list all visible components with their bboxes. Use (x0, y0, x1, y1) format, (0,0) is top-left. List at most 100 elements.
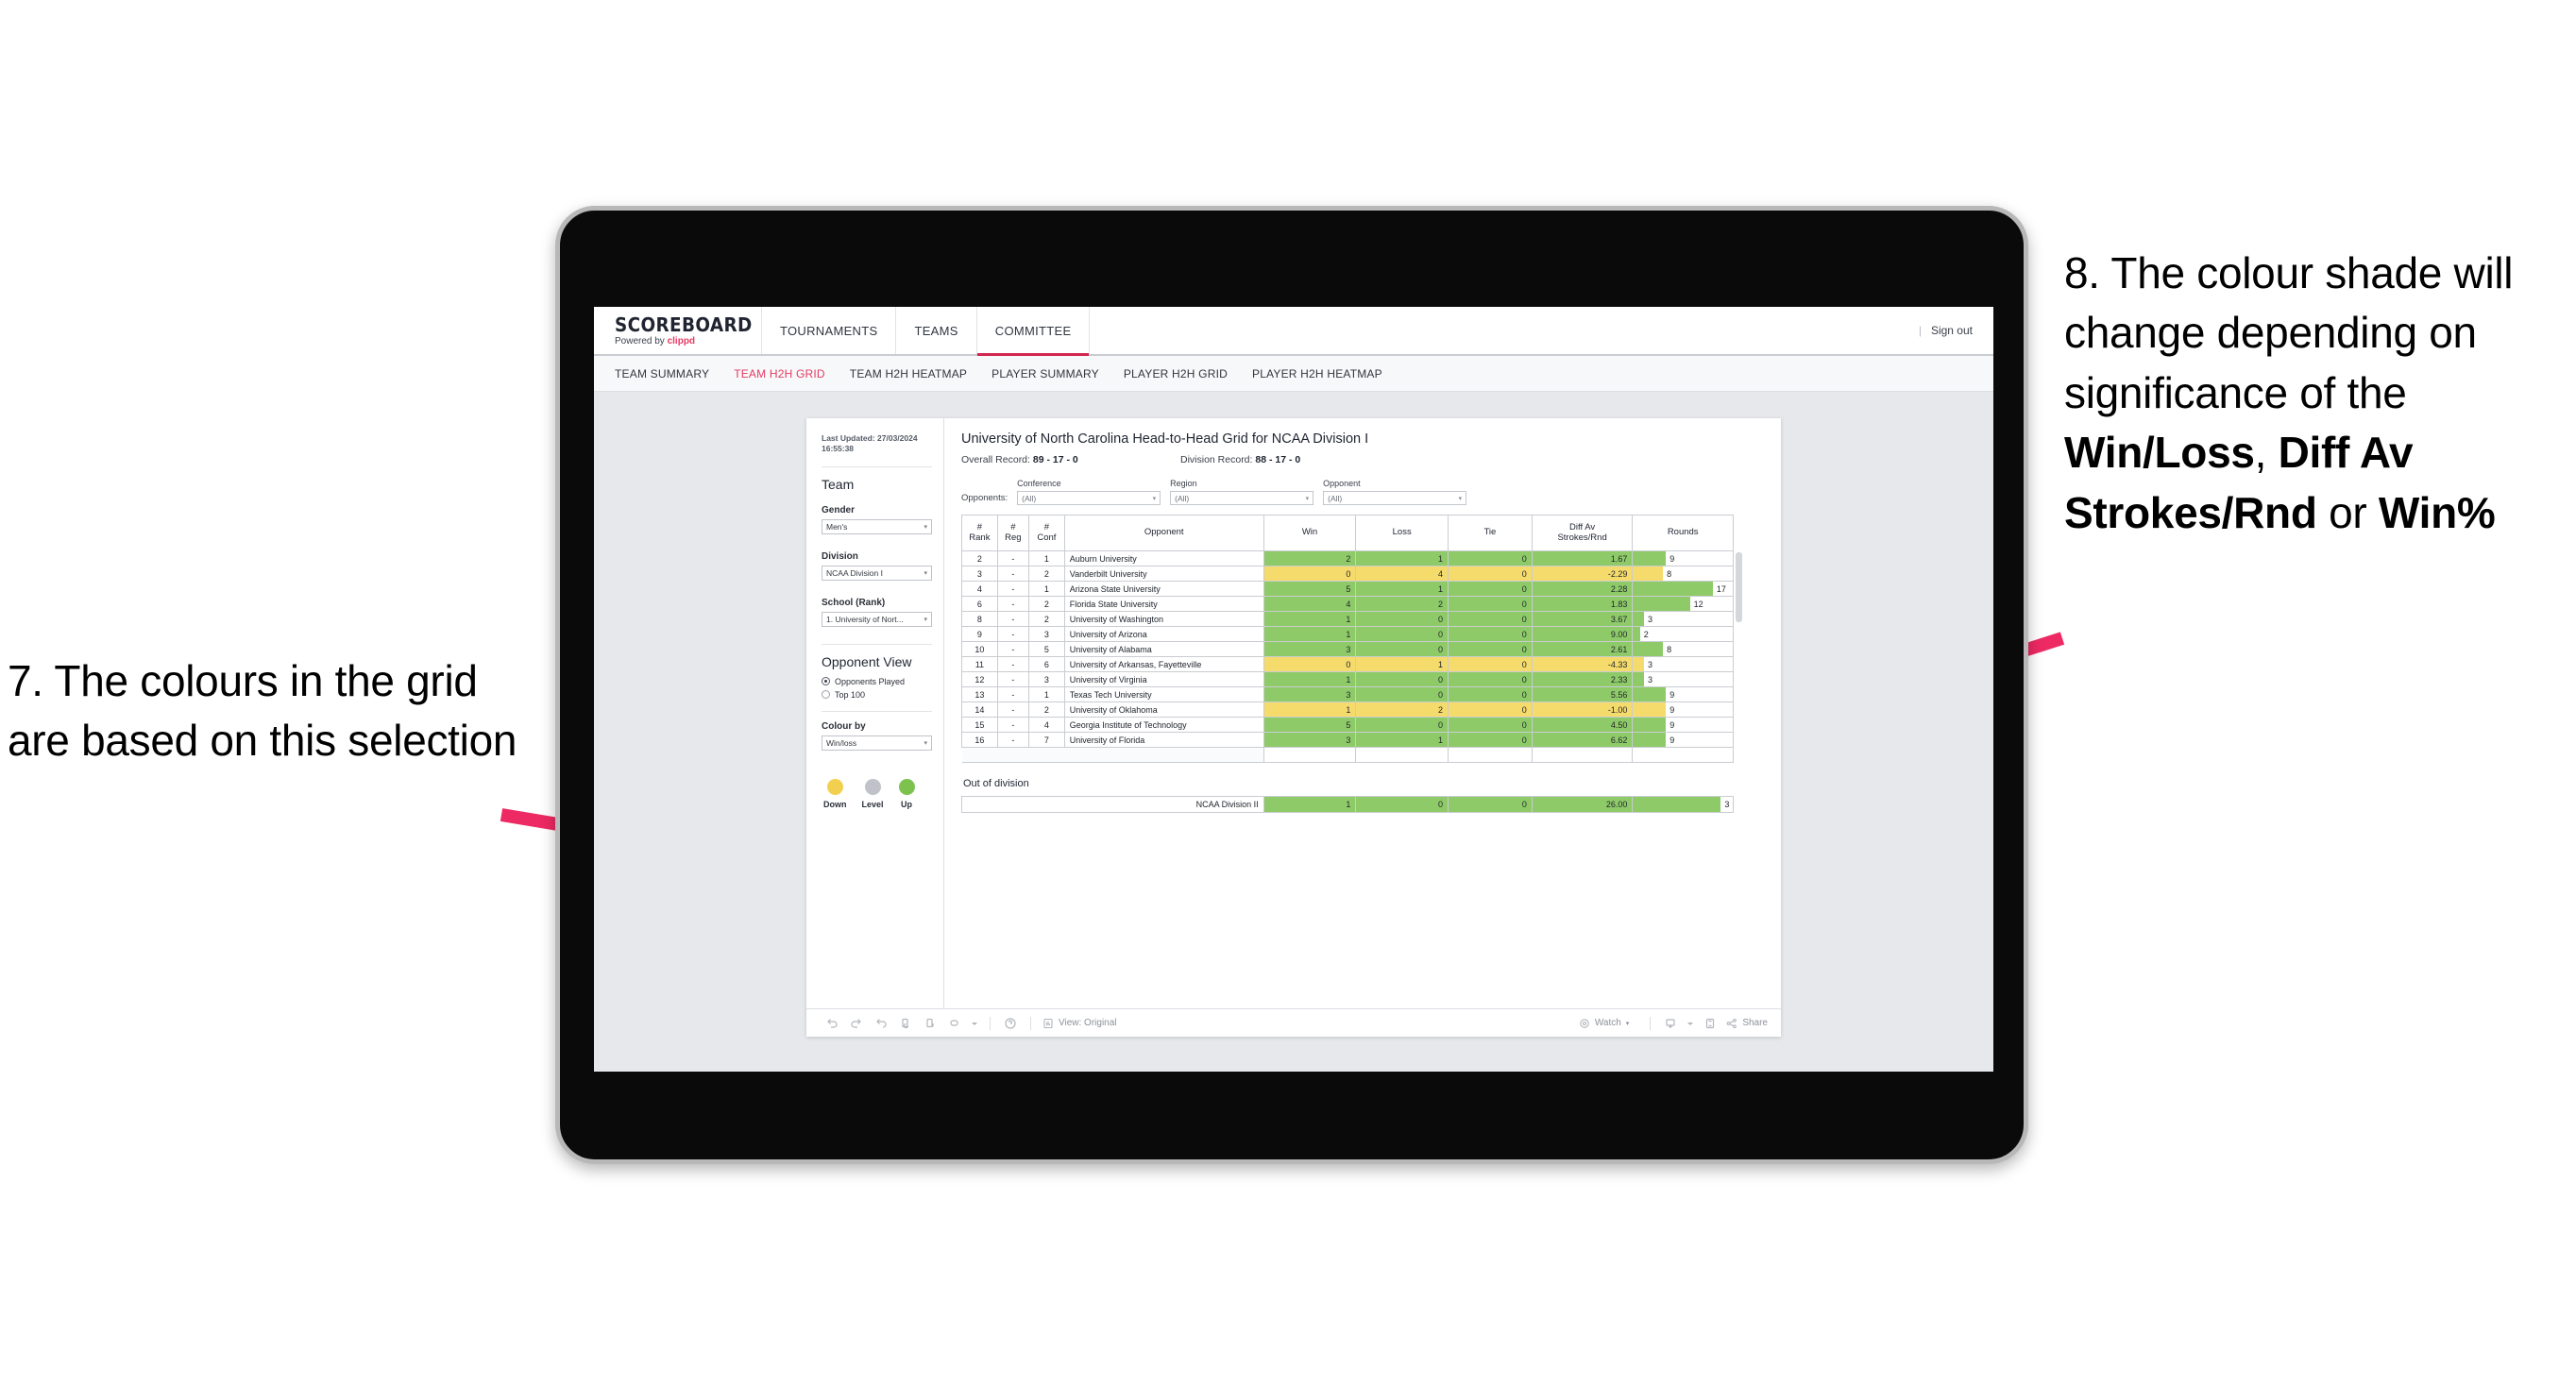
share-label: Share (1742, 1018, 1768, 1028)
cell-diff: -4.33 (1531, 656, 1634, 672)
subnav-item-player-h2h-heatmap[interactable]: PLAYER H2H HEATMAP (1252, 367, 1382, 380)
pause-icon[interactable] (918, 1017, 942, 1030)
device-icon[interactable] (1658, 1017, 1683, 1030)
table-row[interactable]: 16-7 University of Florida 3 1 0 6.62 9 (961, 732, 1734, 748)
cell-win: 0 (1263, 656, 1357, 672)
region-select[interactable]: (All) ▾ (1170, 491, 1314, 505)
cell-opponent: University of Arizona (1063, 626, 1264, 642)
division-select[interactable]: NCAA Division I ▾ (822, 565, 932, 581)
cell-win: 5 (1263, 717, 1357, 733)
table-row[interactable]: 13-1 Texas Tech University 3 0 0 5.56 9 (961, 686, 1734, 702)
legend-dot-up-icon (898, 778, 915, 795)
cell-tie: 0 (1448, 581, 1533, 597)
conference-select[interactable]: (All) ▾ (1017, 491, 1161, 505)
brand-subtitle: Powered by clippd (615, 336, 761, 346)
table-row[interactable]: 11-6 University of Arkansas, Fayetteville… (961, 656, 1734, 672)
redo-icon[interactable] (844, 1017, 869, 1030)
cell-reg: - (996, 671, 1030, 687)
subnav-item-player-h2h-grid[interactable]: PLAYER H2H GRID (1124, 367, 1228, 380)
cell-loss: 0 (1355, 686, 1449, 702)
annotation-right-mid1: , (2254, 428, 2279, 478)
cell-win: 1 (1263, 701, 1357, 718)
view-original-label: View: Original (1059, 1018, 1117, 1028)
school-select[interactable]: 1. University of Nort... ▾ (822, 611, 932, 627)
cell-tie: 0 (1448, 566, 1533, 582)
out-of-division-title: Out of division (963, 778, 1029, 789)
subnav-item-team-h2h-grid[interactable]: TEAM H2H GRID (734, 367, 825, 380)
table-row[interactable]: 10-5 University of Alabama 3 0 0 2.61 8 (961, 641, 1734, 657)
out-of-division-loss: 0 (1355, 796, 1449, 813)
grid-header: # Rank # Reg # Conf Opponent Win Loss Tie D… (961, 515, 1734, 551)
watch-button[interactable]: Watch ▾ (1579, 1018, 1629, 1029)
table-row[interactable]: 8-2 University of Washington 1 0 0 3.67 3 (961, 611, 1734, 627)
cell-tie: 0 (1448, 656, 1533, 672)
radio-top-100[interactable]: Top 100 (822, 690, 932, 700)
help-icon[interactable] (998, 1017, 1023, 1030)
topnav-item-tournaments[interactable]: TOURNAMENTS (762, 307, 897, 354)
tablet-device: SCOREBOARD Powered by clippd TOURNAMENTS… (555, 206, 2028, 1164)
subnav-item-team-h2h-heatmap[interactable]: TEAM H2H HEATMAP (850, 367, 967, 380)
table-row[interactable]: 12-3 University of Virginia 1 0 0 2.33 3 (961, 671, 1734, 687)
annotation-left-number: 7. (8, 656, 43, 705)
fullscreen-icon[interactable] (1698, 1017, 1722, 1030)
cell-opponent: Texas Tech University (1063, 686, 1264, 702)
rounds-bar (1633, 797, 1721, 812)
topnav-item-teams[interactable]: TEAMS (896, 307, 977, 354)
watch-label: Watch (1594, 1018, 1621, 1028)
subnav-item-player-summary[interactable]: PLAYER SUMMARY (991, 367, 1099, 380)
cell-rank: 16 (961, 732, 998, 748)
region-select-value: (All) (1175, 493, 1190, 503)
table-row[interactable]: 6-2 Florida State University 4 2 0 1.83 12 (961, 596, 1734, 612)
toolbar-divider-2 (1030, 1016, 1031, 1030)
colour-by-select[interactable]: Win/loss ▾ (822, 735, 932, 751)
cell-rounds: 9 (1632, 701, 1734, 718)
cell-conf: 2 (1028, 611, 1065, 627)
table-row[interactable]: 3-2 Vanderbilt University 0 4 0 -2.29 8 (961, 566, 1734, 582)
revert-icon[interactable] (869, 1017, 893, 1030)
table-row[interactable]: 14-2 University of Oklahoma 1 2 0 -1.00 9 (961, 701, 1734, 718)
radio-opponents-played[interactable]: Opponents Played (822, 677, 932, 686)
gender-select[interactable]: Men's ▾ (822, 518, 932, 534)
cell-reg: - (996, 717, 1030, 733)
cell-rounds: 8 (1632, 641, 1734, 657)
cell-tie: 0 (1448, 732, 1533, 748)
topnav-item-committee[interactable]: COMMITTEE (976, 307, 1091, 356)
cell-rank: 11 (961, 656, 998, 672)
col-loss: Loss (1355, 515, 1449, 551)
opponent-select-value: (All) (1328, 493, 1343, 503)
view-original-button[interactable]: View: Original (1042, 1018, 1117, 1029)
table-row[interactable]: 9-3 University of Arizona 1 0 0 9.00 2 (961, 626, 1734, 642)
dropdown-caret-icon[interactable] (1683, 1020, 1698, 1027)
table-row[interactable]: 4-1 Arizona State University 5 1 0 2.28 17 (961, 581, 1734, 597)
cell-rank: 13 (961, 686, 998, 702)
cell-loss: 2 (1355, 596, 1449, 612)
sign-out-link[interactable]: Sign out (1931, 324, 1973, 337)
dropdown-caret-icon[interactable] (967, 1020, 982, 1027)
division-record-value: 88 - 17 - 0 (1255, 454, 1301, 465)
cell-rank: 15 (961, 717, 998, 733)
cell-tie: 0 (1448, 641, 1533, 657)
undo-icon[interactable] (820, 1017, 844, 1030)
conference-select-value: (All) (1022, 493, 1037, 503)
out-of-division-tie: 0 (1448, 796, 1533, 813)
workbook-canvas: Last Updated: 27/03/2024 16:55:38 Team G… (594, 392, 1993, 1070)
legend-item-down: Down (823, 778, 847, 809)
cell-rounds: 17 (1632, 581, 1734, 597)
brand-logo[interactable]: SCOREBOARD Powered by clippd (594, 307, 762, 354)
out-of-division-rounds: 3 (1632, 796, 1734, 813)
share-button[interactable]: Share (1726, 1018, 1768, 1029)
cell-conf: 6 (1028, 656, 1065, 672)
sheet-toolbar: View: Original Watch ▾ Share (806, 1008, 1781, 1037)
table-row[interactable]: 15-4 Georgia Institute of Technology 5 0 0 4.… (961, 717, 1734, 733)
app-topbar: SCOREBOARD Powered by clippd TOURNAMENTS… (594, 307, 1993, 356)
refresh-icon[interactable] (893, 1017, 918, 1030)
table-row[interactable]: 2-1 Auburn University 2 1 0 1.67 9 (961, 550, 1734, 566)
grid-vertical-scrollbar[interactable] (1736, 552, 1742, 622)
subnav-item-team-summary[interactable]: TEAM SUMMARY (615, 367, 709, 380)
reset-icon[interactable] (942, 1017, 967, 1030)
opponent-select[interactable]: (All) ▾ (1323, 491, 1467, 505)
filter-heading-team: Team (822, 476, 855, 492)
cell-reg: - (996, 596, 1030, 612)
cell-rank: 9 (961, 626, 998, 642)
table-row[interactable]: NCAA Division II 1 0 0 26.00 3 (961, 796, 1734, 813)
